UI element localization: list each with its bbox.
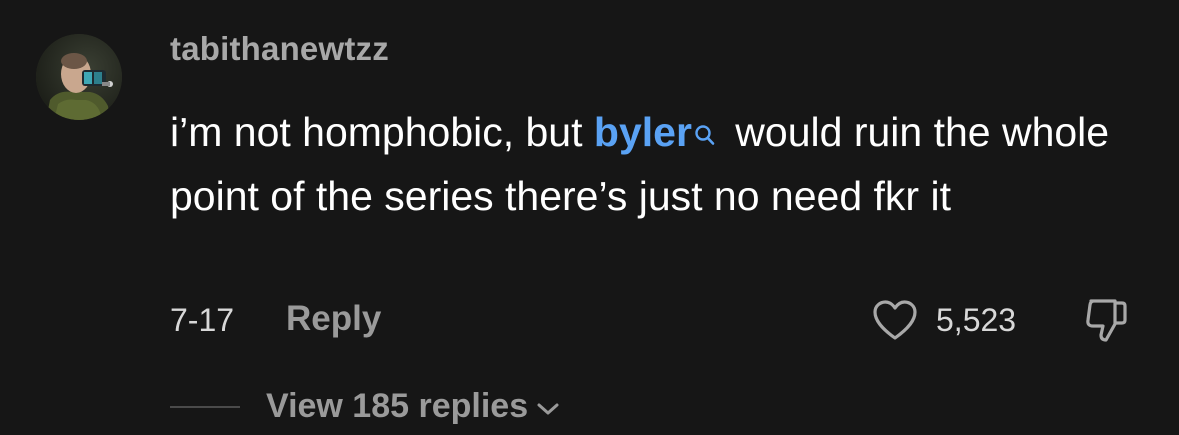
view-replies-button[interactable]: View 185 replies [266,387,560,426]
reply-button[interactable]: Reply [286,299,381,339]
heart-outline-icon[interactable] [872,299,918,341]
thumbs-down-icon[interactable] [1082,296,1130,344]
avatar[interactable] [36,34,122,120]
search-keyword-link[interactable]: byler [594,109,692,155]
like-count: 5,523 [936,302,1017,338]
replies-divider [170,406,240,408]
comment-actions: 7-17 Reply 5,523 [170,296,1150,344]
search-icon[interactable] [694,103,716,165]
comment-text: i’m not homphobic, but byler would ruin … [170,101,1160,227]
comment-text-before: i’m not homphobic, but [170,109,594,155]
view-replies-label: View 185 replies [266,387,529,425]
comment: tabithanewtzz i’m not homphobic, but byl… [0,0,1179,435]
view-replies-row: View 185 replies [170,384,770,428]
comment-date: 7-17 [170,302,235,338]
comment-username[interactable]: tabithanewtzz [170,30,389,68]
chevron-down-icon [536,387,560,426]
